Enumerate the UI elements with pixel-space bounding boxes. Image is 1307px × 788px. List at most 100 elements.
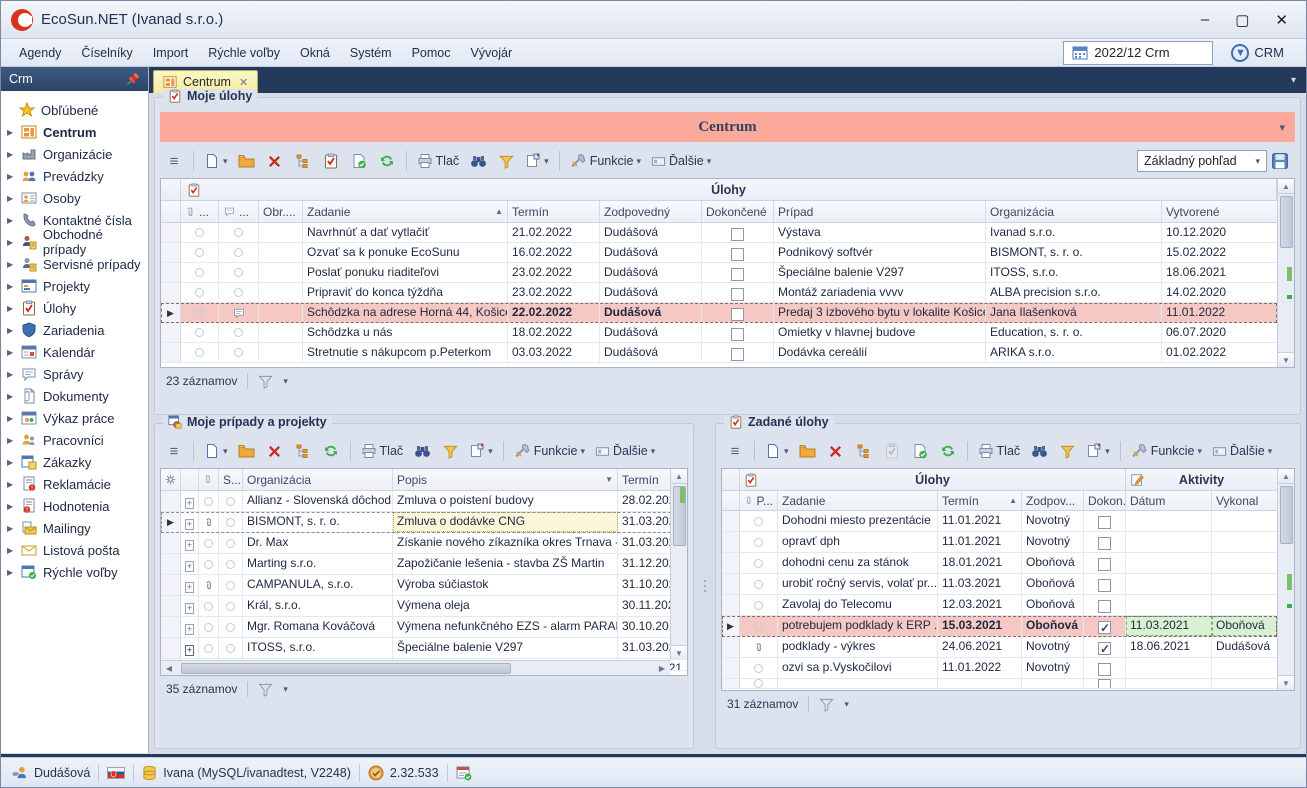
table-row-selected[interactable]: ▶+ BISMONT, s. r. o.Zmluva o dodávke CNG…	[161, 512, 688, 533]
vertical-scrollbar[interactable]: ▲ ▼	[1277, 179, 1294, 367]
grid-menu-icon[interactable]: ≡	[162, 149, 186, 173]
done-checkbox[interactable]	[1098, 600, 1111, 613]
table-row[interactable]	[722, 679, 1277, 689]
table-row[interactable]: Navrhnúť a dať vytlačiť21.02.2022Dudášov…	[161, 223, 1277, 243]
col-vykonal[interactable]: Vykonal	[1212, 491, 1277, 510]
new-record-button[interactable]: ▾	[762, 439, 792, 463]
col-organizacia[interactable]: Organizácia	[243, 469, 393, 490]
print-button[interactable]: Tlač	[975, 439, 1024, 463]
hierarchy-button[interactable]	[852, 439, 876, 463]
save-view-icon[interactable]	[1271, 152, 1289, 170]
col-zodpov[interactable]: Zodpov...	[1022, 491, 1084, 510]
new-record-button[interactable]: ▾	[201, 149, 231, 173]
done-checkbox[interactable]	[1098, 537, 1111, 550]
col-pripad[interactable]: Prípad	[774, 201, 986, 222]
col-dokoncene[interactable]: Dokončené	[702, 201, 774, 222]
done-checkbox[interactable]	[731, 228, 744, 241]
col-attachment[interactable]: ...	[181, 201, 219, 222]
sidebar-item-obchodne-pripady[interactable]: ▶ Obchodné prípady	[1, 231, 148, 253]
col-note[interactable]: ...	[219, 201, 259, 222]
sidebar-item-pracovnici[interactable]: ▶ Pracovníci	[1, 429, 148, 451]
grid-menu-icon[interactable]: ≡	[723, 439, 747, 463]
expander-icon[interactable]: ▶	[7, 128, 15, 137]
sidebar-item-ulohy[interactable]: ▶ Úlohy	[1, 297, 148, 319]
sidebar-item-hodnotenia[interactable]: ▶ ! Hodnotenia	[1, 495, 148, 517]
table-row[interactable]: urobiť ročný servis, volať pr...11.03.20…	[722, 574, 1277, 595]
view-selector[interactable]: Základný pohľad▾	[1137, 150, 1267, 172]
filter-caret-icon[interactable]: ▾	[844, 699, 849, 710]
table-row[interactable]: Poslať ponuku riaditeľovi23.02.2022Dudáš…	[161, 263, 1277, 283]
sidebar-item-listova-posta[interactable]: ▶ Listová pošta	[1, 539, 148, 561]
open-button[interactable]	[796, 439, 820, 463]
more-button[interactable]: Ďalšie▾	[648, 149, 714, 173]
col-dokon[interactable]: Dokon...	[1084, 491, 1126, 510]
language-flag-icon[interactable]	[107, 767, 125, 779]
done-checkbox[interactable]	[1098, 642, 1111, 655]
sidebar-item-mailingy[interactable]: ▶ Mailingy	[1, 517, 148, 539]
table-row[interactable]: dohodni cenu za stánok18.01.2021Oboňová	[722, 553, 1277, 574]
table-row[interactable]: Zavolaj do Telecomu12.03.2021Oboňová	[722, 595, 1277, 616]
sidebar-item-rychle-volby[interactable]: ▶ Rýchle voľby	[1, 561, 148, 583]
footer-filter-icon[interactable]	[258, 374, 273, 389]
functions-button[interactable]: Funkcie▾	[511, 439, 588, 463]
status-user[interactable]: Dudášová	[11, 765, 90, 780]
minimize-icon[interactable]: –	[1201, 11, 1209, 29]
tasks-button[interactable]	[319, 149, 343, 173]
close-icon[interactable]: ✕	[1275, 11, 1288, 29]
col-attachment[interactable]	[199, 469, 219, 490]
crm-button[interactable]: ▼ CRM	[1223, 42, 1292, 64]
col-obr[interactable]: Obr....	[259, 201, 303, 222]
table-row[interactable]: Ozvať sa k ponuke EcoSunu16.02.2022Dudáš…	[161, 243, 1277, 263]
validate-button[interactable]	[347, 149, 371, 173]
functions-button[interactable]: Funkcie▾	[1128, 439, 1205, 463]
done-checkbox[interactable]	[731, 288, 744, 301]
sidebar-item-zariadenia[interactable]: ▶ Zariadenia	[1, 319, 148, 341]
done-checkbox[interactable]	[731, 328, 744, 341]
maximize-icon[interactable]: ▢	[1235, 11, 1249, 29]
filter-caret-icon[interactable]: ▾	[283, 684, 288, 695]
menu-system[interactable]: Systém	[340, 42, 402, 64]
refresh-button[interactable]	[375, 149, 399, 173]
hierarchy-button[interactable]	[291, 149, 315, 173]
table-row[interactable]: + Král, s.r.o.Výmena oleja30.11.2021	[161, 596, 688, 617]
sidebar-item-centrum[interactable]: ▶ Centrum	[1, 121, 148, 143]
vertical-scrollbar[interactable]: ▲ ▼	[1277, 469, 1294, 690]
menu-agendy[interactable]: Agendy	[9, 42, 71, 64]
tab-close-icon[interactable]: ✕	[239, 76, 248, 89]
col-vytvorene[interactable]: Vytvorené	[1162, 201, 1264, 222]
delete-button[interactable]	[263, 439, 287, 463]
layout-button[interactable]: ▾	[522, 149, 552, 173]
delete-button[interactable]	[263, 149, 287, 173]
search-button[interactable]	[410, 439, 434, 463]
done-checkbox[interactable]	[1098, 516, 1111, 529]
table-row[interactable]: + Marting s.r.o.Zapožičanie lešenia - st…	[161, 554, 688, 575]
table-row[interactable]: + Allianz - Slovenská dôchod...Zmluva o …	[161, 491, 688, 512]
done-checkbox[interactable]	[1098, 663, 1111, 676]
done-checkbox[interactable]	[731, 268, 744, 281]
sidebar-item-prevadzky[interactable]: ▶ Prevádzky	[1, 165, 148, 187]
centrum-banner[interactable]: Centrum ▾	[160, 112, 1295, 142]
grid-menu-icon[interactable]: ≡	[162, 439, 186, 463]
done-checkbox[interactable]	[1098, 579, 1111, 592]
table-row[interactable]: + Dr. MaxZískanie nového zíkazníka okres…	[161, 533, 688, 554]
col-zadanie[interactable]: Zadanie▲	[303, 201, 508, 222]
col-datum[interactable]: Dátum	[1126, 491, 1212, 510]
sidebar-item-vykaz-prace[interactable]: ▶ Výkaz práce	[1, 407, 148, 429]
done-checkbox[interactable]	[731, 348, 744, 361]
status-calendar[interactable]	[456, 765, 472, 781]
footer-filter-icon[interactable]	[258, 682, 273, 697]
layout-button[interactable]: ▾	[466, 439, 496, 463]
col-zodpovedny[interactable]: Zodpovedný	[600, 201, 702, 222]
menu-rychle-volby[interactable]: Rýchle voľby	[198, 42, 290, 64]
more-button[interactable]: Ďalšie▾	[1209, 439, 1275, 463]
delete-button[interactable]	[824, 439, 848, 463]
table-row[interactable]: + Mgr. Romana KováčováVýmena nefunkčného…	[161, 617, 688, 638]
menu-pomoc[interactable]: Pomoc	[402, 42, 461, 64]
table-row[interactable]: + CAMPANULA, s.r.o.Výroba súčiastok31.10…	[161, 575, 688, 596]
table-row[interactable]: opravť dph11.01.2021Novotný	[722, 532, 1277, 553]
open-button[interactable]	[235, 439, 259, 463]
hierarchy-button[interactable]	[291, 439, 315, 463]
open-button[interactable]	[235, 149, 259, 173]
table-row[interactable]: podklady - výkres24.06.2021Novotný 18.06…	[722, 637, 1277, 658]
validate-button[interactable]	[908, 439, 932, 463]
